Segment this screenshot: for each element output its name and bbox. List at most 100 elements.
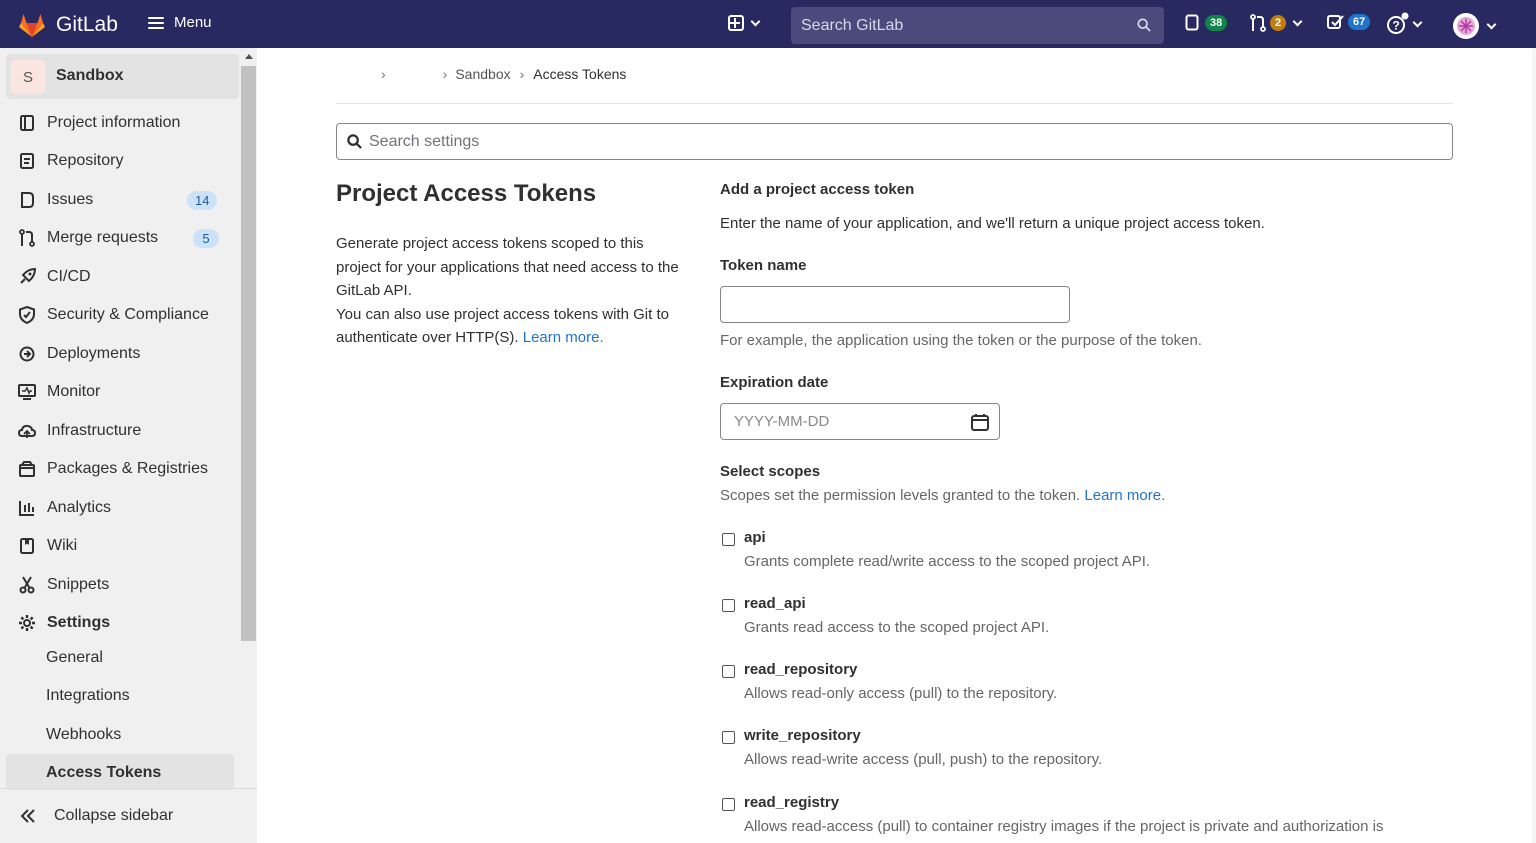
sidebar-subitem-webhooks[interactable]: Webhooks	[46, 726, 121, 744]
scroll-up-arrow-icon[interactable]	[245, 54, 253, 59]
sidebar-item-packages[interactable]: Packages & Registries	[18, 457, 208, 481]
chevron-down-icon	[1486, 19, 1497, 29]
expiration-date-placeholder: YYYY-MM-DD	[734, 413, 830, 430]
form-intro: Enter the name of your application, and …	[720, 215, 1265, 232]
expiration-date-input[interactable]: YYYY-MM-DD	[720, 403, 1000, 440]
svg-text:?: ?	[1393, 19, 1400, 33]
package-icon	[18, 460, 36, 478]
learn-more-link[interactable]: Learn more.	[523, 329, 604, 346]
breadcrumb-separator-icon: ›	[442, 66, 448, 82]
sidebar-item-settings[interactable]: Settings	[18, 611, 110, 635]
sidebar-item-analytics[interactable]: Analytics	[18, 496, 111, 520]
scopes-help-text: Scopes set the permission levels granted…	[720, 487, 1081, 504]
scope-name[interactable]: api	[744, 529, 766, 546]
issues-count-badge: 38	[1205, 14, 1228, 31]
sidebar-item-monitor[interactable]: Monitor	[18, 380, 100, 404]
top-navbar: GitLab Menu Search GitLab 38 2 67 ?	[0, 0, 1536, 48]
settings-search-input[interactable]: Search settings	[336, 123, 1453, 160]
tanuki-icon	[19, 14, 45, 37]
sidebar-item-deployments[interactable]: Deployments	[18, 342, 140, 366]
sidebar-subitem-access-tokens[interactable]: Access Tokens	[46, 764, 161, 782]
user-menu[interactable]	[1452, 12, 1497, 40]
sidebar-item-wiki[interactable]: Wiki	[18, 534, 77, 558]
sidebar-item-infrastructure[interactable]: Infrastructure	[18, 419, 141, 443]
todos-shortcut[interactable]: 67	[1327, 14, 1371, 30]
scope-description: Grants read access to the scoped project…	[744, 619, 1050, 636]
sidebar-item-merge-requests[interactable]: Merge requests	[18, 226, 158, 250]
chart-icon	[18, 499, 36, 517]
token-name-help: For example, the application using the t…	[720, 332, 1202, 349]
scope-name[interactable]: read_api	[744, 595, 806, 612]
sidebar-item-repository[interactable]: Repository	[18, 149, 123, 173]
sidebar-item-ci-cd[interactable]: CI/CD	[18, 265, 91, 289]
calendar-icon[interactable]	[971, 413, 989, 431]
scope-name[interactable]: write_repository	[744, 727, 861, 744]
scope-description: Allows read-access (pull) to container r…	[744, 818, 1384, 835]
sidebar-item-project-information[interactable]: Project information	[18, 111, 180, 135]
breadcrumb-item-current[interactable]: Access Tokens	[533, 66, 626, 82]
chevron-down-icon	[750, 16, 761, 26]
merge-requests-shortcut[interactable]: 2	[1250, 14, 1303, 32]
scissors-icon	[18, 576, 36, 594]
breadcrumb-item-sandbox[interactable]: Sandbox	[455, 66, 510, 82]
scope-read-repository-checkbox[interactable]	[722, 665, 735, 678]
collapse-sidebar-label: Collapse sidebar	[54, 807, 174, 824]
section-intro: Project Access Tokens Generate project a…	[336, 180, 686, 346]
sidebar-item-issues[interactable]: Issues	[18, 188, 93, 212]
scopes-help: Scopes set the permission levels granted…	[720, 487, 1165, 504]
project-info-icon	[18, 114, 36, 132]
token-name-input[interactable]	[720, 286, 1070, 323]
plus-square-icon	[728, 15, 744, 31]
shield-icon	[18, 306, 36, 324]
sidebar-item-label: Issues	[47, 191, 94, 208]
brand-name: GitLab	[56, 13, 118, 36]
sidebar-item-security[interactable]: Security & Compliance	[18, 303, 209, 327]
scope-api-checkbox[interactable]	[722, 533, 735, 546]
monitor-icon	[18, 383, 36, 401]
sidebar-subitem-integrations[interactable]: Integrations	[46, 687, 130, 705]
collapse-sidebar-button[interactable]: Collapse sidebar	[0, 788, 257, 843]
menu-button[interactable]: Menu	[148, 14, 212, 31]
sidebar-item-label: Packages & Registries	[47, 460, 208, 477]
search-icon	[347, 134, 362, 149]
scope-write-repository-checkbox[interactable]	[722, 731, 735, 744]
page-title: Project Access Tokens	[336, 180, 597, 207]
sidebar-subitem-general[interactable]: General	[46, 649, 103, 667]
sidebar-item-label: Security & Compliance	[47, 306, 209, 323]
project-header-link[interactable]: S Sandbox	[6, 54, 239, 99]
sidebar-item-label: Infrastructure	[47, 422, 142, 439]
settings-search-placeholder: Search settings	[369, 132, 480, 150]
sidebar-item-label: CI/CD	[47, 268, 91, 285]
scopes-learn-more-link[interactable]: Learn more.	[1084, 487, 1165, 504]
mr-count-badge: 5	[193, 229, 219, 248]
sidebar-item-label: Project information	[47, 114, 181, 131]
search-icon	[1137, 18, 1151, 32]
issues-shortcut[interactable]: 38	[1185, 14, 1228, 31]
sidebar-item-snippets[interactable]: Snippets	[18, 573, 109, 597]
breadcrumb-separator-icon: ›	[381, 66, 386, 82]
global-search-input[interactable]: Search GitLab	[791, 7, 1164, 44]
sidebar-scrollbar-thumb[interactable]	[241, 66, 256, 641]
repository-icon	[18, 152, 36, 170]
issues-icon	[18, 191, 36, 209]
scope-name[interactable]: read_registry	[744, 794, 839, 811]
scope-description: Allows read-write access (pull, push) to…	[744, 751, 1103, 768]
new-dropdown-button[interactable]	[728, 15, 761, 31]
section-description: Generate project access tokens scoped to…	[336, 232, 686, 350]
sidebar-item-label: Repository	[47, 152, 124, 169]
scope-read-registry-checkbox[interactable]	[722, 798, 735, 811]
breadcrumb-divider	[336, 103, 1453, 104]
project-avatar: S	[11, 60, 45, 94]
gitlab-logo[interactable]: GitLab	[18, 12, 118, 38]
scope-name[interactable]: read_repository	[744, 661, 857, 678]
page-scrollbar[interactable]	[1532, 48, 1536, 843]
help-dropdown[interactable]: ?	[1386, 12, 1423, 36]
scope-description: Allows read-only access (pull) to the re…	[744, 685, 1058, 702]
double-chevron-left-icon	[20, 809, 35, 823]
sidebar-item-label: Snippets	[47, 576, 110, 593]
sidebar-item-label: Wiki	[47, 537, 78, 554]
user-avatar-icon	[1453, 13, 1479, 39]
scope-read-api-checkbox[interactable]	[722, 599, 735, 612]
menu-label: Menu	[174, 14, 212, 31]
description-text-2: You can also use project access tokens w…	[336, 305, 669, 347]
